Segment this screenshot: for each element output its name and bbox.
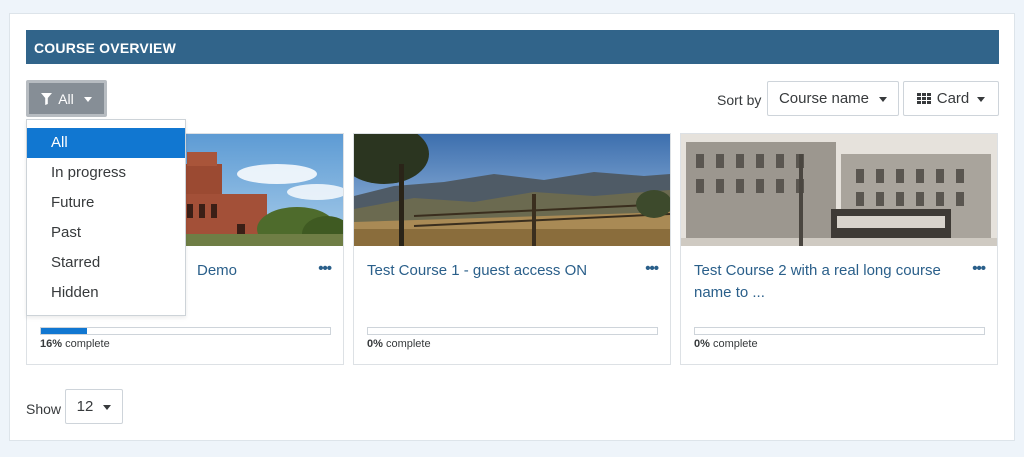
sort-dropdown-button[interactable]: Course name (767, 81, 899, 116)
progress-text: 16% complete (40, 338, 110, 350)
progress-text: 0% complete (367, 338, 431, 350)
filter-option-starred[interactable]: Starred (27, 248, 185, 278)
paging-label: Show (26, 401, 62, 417)
sort-label: Sort by (717, 92, 762, 108)
filter-icon (41, 92, 53, 105)
caret-down-icon (879, 96, 888, 102)
filter-option-hidden[interactable]: Hidden (27, 278, 185, 308)
filter-option-past[interactable]: Past (27, 218, 185, 248)
view-dropdown-button[interactable]: Card (903, 81, 999, 116)
course-actions-menu[interactable]: ••• (972, 260, 986, 277)
progress-text: 0% complete (694, 338, 758, 350)
filter-selected-label: All (58, 90, 74, 107)
course-image[interactable] (681, 134, 997, 246)
block-title: COURSE OVERVIEW (26, 30, 999, 64)
caret-down-icon (103, 404, 112, 410)
grid-icon (916, 93, 931, 104)
progress-bar (367, 327, 658, 335)
filter-dropdown-button[interactable]: All (26, 80, 107, 117)
course-title-link[interactable]: Test Course 1 - guest access ON (367, 260, 627, 282)
filter-option-in-progress[interactable]: In progress (27, 158, 185, 188)
course-title-link[interactable]: Test Course 2 with a real long course na… (694, 260, 954, 304)
view-selected-label: Card (936, 90, 970, 107)
course-card[interactable]: Test Course 1 - guest access ON ••• 0% c… (353, 133, 671, 365)
course-image[interactable] (354, 134, 670, 246)
progress-bar (40, 327, 331, 335)
progress-bar (694, 327, 985, 335)
progress-fill (41, 328, 88, 334)
filter-dropdown-menu: All In progress Future Past Starred Hidd… (26, 119, 186, 316)
paging-selected-label: 12 (76, 398, 94, 415)
caret-down-icon (977, 96, 986, 102)
filter-option-all[interactable]: All (27, 128, 185, 158)
paging-dropdown-button[interactable]: 12 (65, 389, 123, 424)
course-overview-block: COURSE OVERVIEW All Sort by Course name … (9, 13, 1015, 441)
caret-down-icon (83, 96, 92, 102)
filter-option-future[interactable]: Future (27, 188, 185, 218)
course-actions-menu[interactable]: ••• (645, 260, 659, 277)
sort-selected-label: Course name (778, 90, 870, 107)
course-card[interactable]: Test Course 2 with a real long course na… (680, 133, 998, 365)
course-actions-menu[interactable]: ••• (318, 260, 332, 277)
